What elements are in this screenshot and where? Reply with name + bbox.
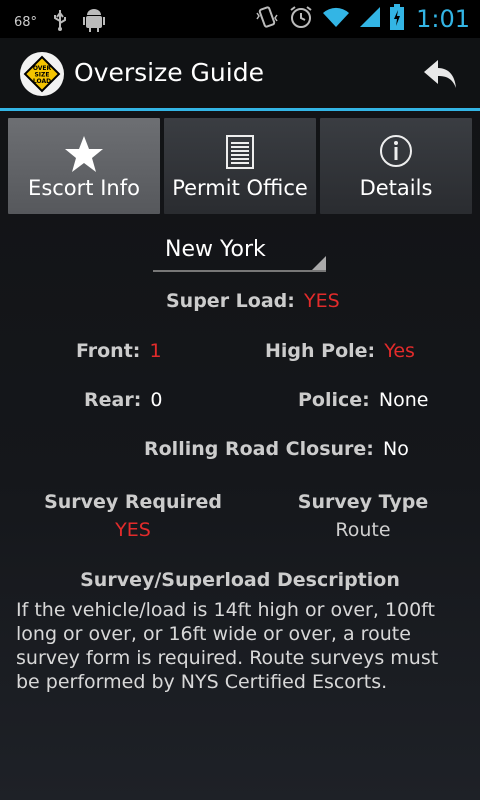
description-text: If the vehicle/load is 14ft high or over… [16, 599, 439, 693]
tab-label: Escort Info [28, 176, 140, 200]
police-row: Police: None [298, 389, 428, 411]
state-dropdown[interactable]: New York [153, 232, 326, 272]
app-title: Oversize Guide [74, 58, 264, 87]
tab-bar: Escort Info Permit Office Details [8, 118, 472, 214]
action-bar: OVER SIZE LOAD Oversize Guide [0, 38, 480, 111]
survey-required-label: Survey Required [44, 491, 222, 513]
battery-charging-icon [390, 4, 405, 34]
rolling-road-closure-value: No [382, 438, 409, 460]
wifi-icon [322, 5, 350, 33]
police-value: None [378, 389, 429, 411]
document-icon [225, 134, 255, 174]
survey-type-block: Survey Type Route [264, 491, 462, 541]
survey-required-block: Survey Required YES [30, 491, 236, 541]
high-pole-value: Yes [384, 340, 415, 362]
super-load-row: Super Load: YES [166, 290, 340, 312]
vibrate-icon [254, 4, 280, 34]
high-pole-row: High Pole: Yes [265, 340, 415, 362]
tab-label: Details [359, 176, 433, 200]
dropdown-triangle-icon [312, 256, 326, 270]
usb-icon [51, 9, 69, 35]
front-label: Front: [76, 340, 141, 362]
info-icon [379, 134, 413, 172]
survey-type-label: Survey Type [297, 491, 429, 513]
rolling-road-closure-label: Rolling Road Closure: [144, 438, 374, 460]
status-bar: 68° 1:01 [0, 0, 480, 38]
rear-label: Rear: [84, 389, 142, 411]
super-load-value: YES [303, 290, 340, 312]
android-debug-icon [83, 8, 106, 36]
svg-text:LOAD: LOAD [33, 78, 51, 85]
rolling-road-closure-row: Rolling Road Closure: No [144, 438, 409, 460]
super-load-label: Super Load: [166, 290, 295, 312]
tab-escort-info[interactable]: Escort Info [8, 118, 160, 214]
rear-escort-row: Rear: 0 [84, 389, 163, 411]
back-arrow-icon[interactable] [420, 56, 460, 92]
star-icon [64, 134, 104, 178]
survey-type-value: Route [335, 519, 391, 541]
survey-required-value: YES [115, 519, 151, 541]
police-label: Police: [298, 389, 370, 411]
app-logo-icon[interactable]: OVER SIZE LOAD [20, 52, 64, 96]
signal-icon [358, 5, 382, 33]
high-pole-label: High Pole: [265, 340, 376, 362]
state-dropdown-value: New York [165, 237, 266, 262]
temperature-text: 68° [14, 14, 38, 30]
alarm-icon [288, 4, 314, 34]
front-escort-row: Front: 1 [76, 340, 162, 362]
tab-details[interactable]: Details [320, 118, 472, 214]
clock-text: 1:01 [416, 5, 470, 33]
front-value: 1 [149, 340, 162, 362]
tab-permit-office[interactable]: Permit Office [164, 118, 316, 214]
description-title: Survey/Superload Description [80, 569, 400, 591]
rear-value: 0 [150, 389, 163, 411]
tab-label: Permit Office [172, 176, 308, 200]
